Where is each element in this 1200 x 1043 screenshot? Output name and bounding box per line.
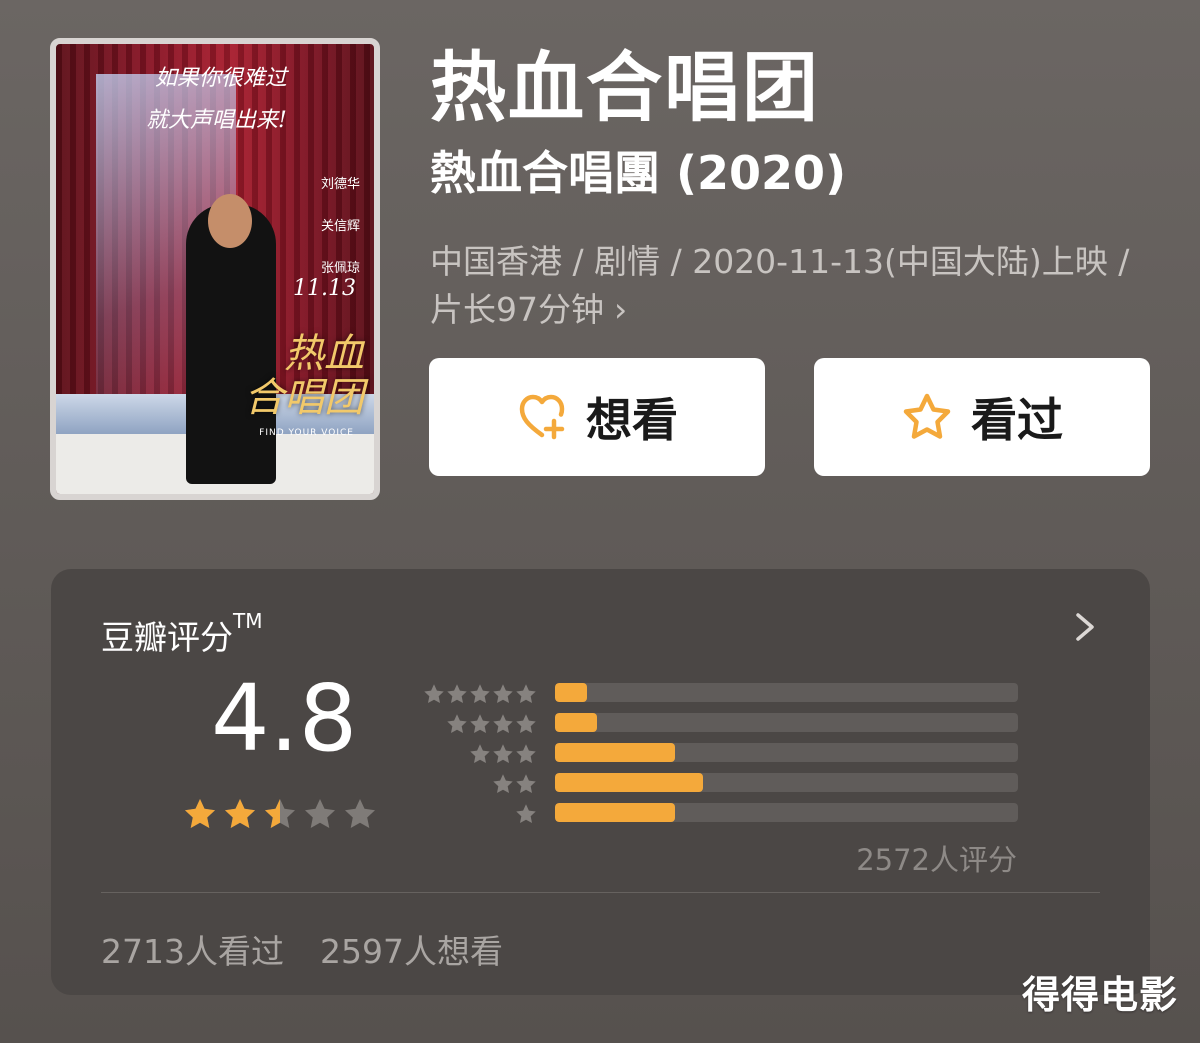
poster-cast-name: 关信辉 [320, 219, 360, 234]
star-icon [470, 684, 490, 704]
rating-bar-track [555, 743, 1018, 762]
star-icon [447, 714, 467, 734]
rating-distribution-row [421, 681, 1021, 711]
row-stars [423, 683, 537, 709]
poster-tagline-line-1: 如果你很难过 [154, 66, 287, 91]
star-icon [516, 684, 536, 704]
rater-count: 2572人评分 [856, 843, 1017, 877]
watch-stats: 2713人看过 2597人想看 [101, 925, 503, 973]
star-icon [185, 799, 215, 828]
movie-original-title: 熱血合唱團 (2020) [430, 146, 847, 200]
star-icon [265, 799, 295, 828]
star-icon [493, 714, 513, 734]
star-icon [516, 744, 536, 764]
rating-distribution-row [421, 801, 1021, 831]
want-to-watch-button[interactable]: 想看 [429, 358, 765, 476]
row-stars [515, 803, 537, 829]
rating-distribution-row [421, 741, 1021, 771]
star-icon [424, 684, 444, 704]
star-icon [493, 774, 513, 794]
rating-card[interactable]: 豆瓣评分TM 4.8 2572人评分 2713人看过 2597人想看 [51, 569, 1150, 995]
poster-cast-name: 刘德华 [320, 177, 360, 192]
heart-plus-icon [516, 391, 568, 443]
poster-logo-line-1: 热血 [284, 331, 364, 377]
rating-bar-track [555, 803, 1018, 822]
rating-bar-fill [555, 803, 676, 822]
star-icon [516, 714, 536, 734]
rating-bar-track [555, 773, 1018, 792]
rating-stars [183, 797, 379, 837]
row-stars [469, 743, 537, 769]
star-icon [493, 684, 513, 704]
star-icon [516, 774, 536, 794]
star-icon [447, 684, 467, 704]
star-icon [470, 714, 490, 734]
rating-card-title: 豆瓣评分TM [101, 609, 263, 659]
poster-tagline: 如果你很难过 就大声唱出来! [146, 58, 287, 142]
poster-tagline-line-2: 就大声唱出来! [146, 107, 287, 133]
trademark-mark: TM [233, 609, 263, 633]
movie-title: 热血合唱团 [430, 43, 820, 132]
rating-bar-fill [555, 683, 588, 702]
want-to-watch-label: 想看 [586, 393, 678, 447]
want-count[interactable]: 2597人想看 [320, 925, 503, 973]
watermark: 得得电影 [1021, 973, 1178, 1017]
rating-bar-fill [555, 713, 597, 732]
rating-distribution-row [421, 771, 1021, 801]
rating-bar-fill [555, 773, 704, 792]
star-icon [470, 744, 490, 764]
movie-poster[interactable]: 如果你很难过 就大声唱出来! 刘德华 关信辉 张佩琼 11.13 热血 合唱团 … [50, 38, 380, 500]
movie-meta[interactable]: 中国香港 / 剧情 / 2020-11-13(中国大陆)上映 / 片长97分钟 › [430, 238, 1130, 334]
star-icon [305, 799, 335, 828]
divider [101, 892, 1100, 893]
rating-distribution [421, 681, 1021, 831]
rating-bar-fill [555, 743, 676, 762]
rating-score: 4.8 [211, 665, 358, 772]
rating-source-label: 豆瓣评分 [101, 618, 233, 657]
row-stars [492, 773, 537, 799]
row-stars [446, 713, 537, 739]
rating-bar-track [555, 683, 1018, 702]
poster-logo: 热血 合唱团 [244, 332, 364, 420]
watched-count[interactable]: 2713人看过 [101, 925, 284, 973]
rating-bar-track [555, 713, 1018, 732]
poster-english-title: FIND YOUR VOICE [259, 428, 354, 438]
star-icon [493, 744, 513, 764]
watched-label: 看过 [971, 393, 1063, 447]
watched-button[interactable]: 看过 [814, 358, 1150, 476]
poster-figure-head [208, 194, 252, 248]
movie-meta-text: 中国香港 / 剧情 / 2020-11-13(中国大陆)上映 / 片长97分钟 [430, 242, 1130, 329]
poster-cast: 刘德华 关信辉 张佩琼 [321, 164, 360, 290]
star-icon [225, 799, 255, 828]
poster-release-date: 11.13 [293, 276, 356, 301]
chevron-right-icon: › [614, 290, 628, 329]
chevron-right-icon[interactable] [1070, 607, 1100, 647]
poster-logo-line-2: 合唱团 [244, 375, 364, 421]
rating-distribution-row [421, 711, 1021, 741]
star-icon [345, 799, 375, 828]
star-icon [516, 804, 536, 824]
star-outline-icon [901, 391, 953, 443]
